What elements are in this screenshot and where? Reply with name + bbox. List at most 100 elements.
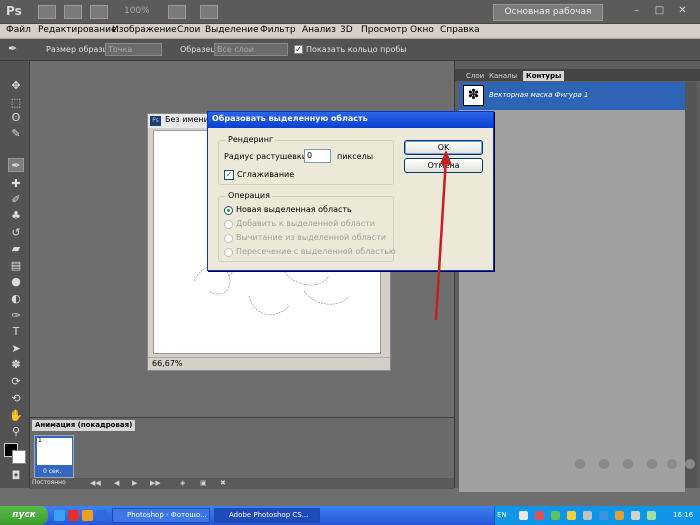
path-select-icon[interactable]: ➤	[8, 342, 24, 356]
zoom-icon[interactable]: ⚲	[8, 425, 24, 439]
path-row[interactable]: ✽ Векторная маска Фигура 1	[459, 82, 685, 110]
sample-select[interactable]: Все слои	[214, 43, 288, 56]
delete-path-icon[interactable]	[685, 459, 695, 469]
duplicate-frame-icon[interactable]: ▣	[200, 479, 207, 487]
ok-button[interactable]: OK	[404, 140, 483, 155]
menu-3d[interactable]: 3D	[340, 25, 353, 35]
tab-layers[interactable]: Слои	[463, 71, 487, 81]
stroke-path-icon[interactable]	[599, 459, 609, 469]
animation-tab[interactable]: Анимация (покадровая)	[32, 420, 136, 431]
radio-new-selection[interactable]	[224, 206, 233, 215]
tray-icon-3[interactable]	[551, 511, 560, 520]
menu-file[interactable]: Файл	[6, 25, 31, 35]
document-status-bar: 66,67%	[148, 357, 390, 370]
tray-icon-2[interactable]	[535, 511, 544, 520]
tab-paths[interactable]: Контуры	[523, 71, 565, 81]
task-opera-photoshop[interactable]: Photoshop - Фотошо...	[112, 508, 210, 523]
task-adobe-photoshop[interactable]: Adobe Photoshop CS...	[214, 508, 320, 523]
tab-channels[interactable]: Каналы	[486, 71, 520, 81]
load-selection-icon[interactable]	[623, 459, 633, 469]
desktop-icon[interactable]	[96, 510, 107, 521]
panel-scrollbar[interactable]	[685, 82, 697, 488]
language-indicator[interactable]: EN	[497, 511, 507, 519]
frame-delay[interactable]: 0 сек.	[43, 468, 61, 475]
menu-filter[interactable]: Фильтр	[260, 25, 296, 35]
hand-icon[interactable]: ✋	[8, 409, 24, 423]
shape-icon[interactable]: ✽	[8, 358, 24, 372]
feather-radius-input[interactable]: 0	[304, 149, 331, 163]
fill-path-icon[interactable]	[575, 459, 585, 469]
pen-icon[interactable]: ✑	[8, 309, 24, 323]
view-extras-icon[interactable]	[90, 5, 108, 19]
menu-help[interactable]: Справка	[440, 25, 480, 35]
menu-view[interactable]: Просмотр	[361, 25, 407, 35]
show-ring-checkbox[interactable]: ✓	[294, 45, 303, 54]
arrange-documents-icon[interactable]	[168, 5, 186, 19]
gradient-icon[interactable]: ▤	[8, 259, 24, 273]
zoom-level-select[interactable]: 100%	[124, 6, 150, 16]
eyedropper-icon[interactable]: ✒	[8, 158, 24, 172]
antialias-checkbox[interactable]: ✓	[224, 170, 234, 180]
tray-icon-7[interactable]	[615, 511, 624, 520]
prev-frame-icon[interactable]: ◀	[114, 479, 119, 487]
workspace-button[interactable]: Основная рабочая среда	[493, 4, 603, 32]
stamp-icon[interactable]: ♣	[8, 209, 24, 223]
type-icon[interactable]: T	[8, 325, 24, 339]
eyedropper-preset-icon[interactable]: ✒	[8, 42, 17, 55]
screen-mode-icon[interactable]	[200, 5, 218, 19]
path-label: Векторная маска Фигура 1	[489, 91, 589, 99]
3d-rotate-icon[interactable]: ⟳	[8, 375, 24, 389]
volume-icon[interactable]	[631, 511, 640, 520]
bridge-icon[interactable]	[38, 5, 56, 19]
healing-icon[interactable]: ✚	[8, 177, 24, 191]
menu-window[interactable]: Окно	[410, 25, 434, 35]
new-path-icon[interactable]	[667, 459, 677, 469]
dialog-title: Образовать выделенную область	[212, 114, 368, 123]
menu-select[interactable]: Выделение	[205, 25, 259, 35]
first-frame-icon[interactable]: ◀◀	[90, 479, 101, 487]
firefox-icon[interactable]	[82, 510, 93, 521]
network-icon[interactable]	[647, 511, 656, 520]
tween-icon[interactable]: ◈	[180, 479, 185, 487]
sample-size-select[interactable]: Точка	[105, 43, 162, 56]
minimize-button[interactable]: –	[630, 5, 643, 18]
tray-icon-1[interactable]	[519, 511, 528, 520]
tray-icon-6[interactable]	[599, 511, 608, 520]
menu-analysis[interactable]: Анализ	[302, 25, 336, 35]
tray-icon-4[interactable]	[567, 511, 576, 520]
delete-frame-icon[interactable]: ✖	[220, 479, 226, 487]
eraser-icon[interactable]: ▰	[8, 242, 24, 256]
antialias-label: Сглаживание	[237, 170, 295, 179]
marquee-icon[interactable]: ⬚	[8, 96, 24, 110]
menu-edit[interactable]: Редактирование	[38, 25, 117, 35]
opera-icon[interactable]	[68, 510, 79, 521]
dialog-titlebar[interactable]: Образовать выделенную область	[208, 112, 493, 128]
quick-select-icon[interactable]: ✎	[8, 127, 24, 141]
start-button[interactable]: пуск	[0, 506, 48, 525]
cancel-button[interactable]: Отмена	[404, 158, 483, 173]
document-zoom-value[interactable]: 66,67%	[152, 359, 183, 368]
path-thumbnail-icon: ✽	[463, 85, 484, 106]
ie-icon[interactable]	[54, 510, 65, 521]
menu-layers[interactable]: Слои	[177, 25, 200, 35]
history-brush-icon[interactable]: ↺	[8, 226, 24, 240]
blur-icon[interactable]: ●	[8, 275, 24, 289]
make-path-icon[interactable]	[647, 459, 657, 469]
animation-frame[interactable]: 1 0 сек.	[34, 435, 74, 478]
tray-icon-5[interactable]	[583, 511, 592, 520]
close-button[interactable]: ✕	[676, 5, 689, 18]
maximize-button[interactable]: □	[653, 5, 666, 18]
ps-document-icon: Ps	[150, 116, 161, 126]
background-color-swatch[interactable]	[12, 450, 26, 464]
play-icon[interactable]: ▶	[132, 479, 137, 487]
loop-select[interactable]: Постоянно	[32, 479, 66, 486]
dodge-icon[interactable]: ◐	[8, 292, 24, 306]
move-icon[interactable]: ✥	[8, 79, 24, 93]
menu-image[interactable]: Изображение	[112, 25, 177, 35]
lasso-icon[interactable]: ʘ	[8, 111, 24, 125]
brush-icon[interactable]: ✐	[8, 193, 24, 207]
quick-mask-icon[interactable]: ◘	[8, 469, 24, 483]
3d-orbit-icon[interactable]: ⟲	[8, 392, 24, 406]
mini-bridge-icon[interactable]	[64, 5, 82, 19]
next-frame-icon[interactable]: ▶▶	[150, 479, 161, 487]
